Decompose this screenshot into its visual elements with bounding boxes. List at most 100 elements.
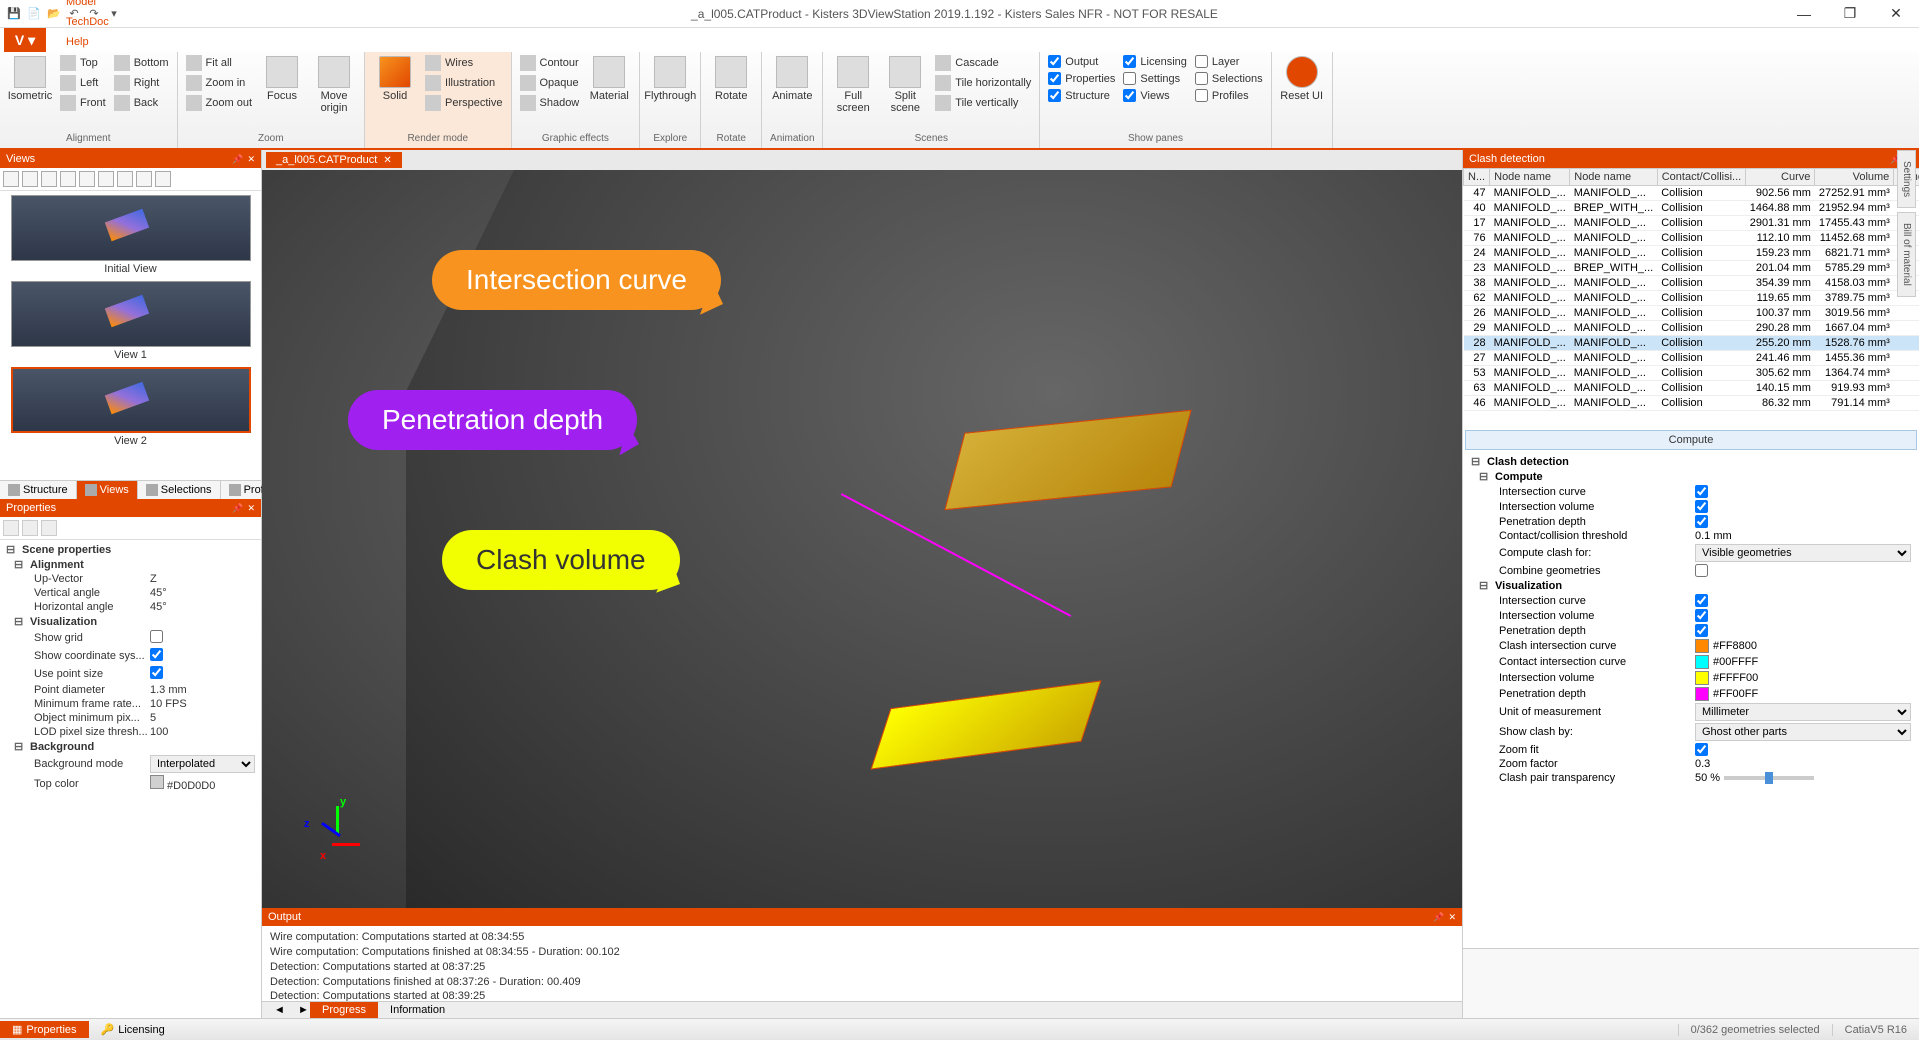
pin-icon[interactable]: 📌	[232, 503, 243, 513]
column-header[interactable]: Node name	[1570, 169, 1657, 186]
solid-button[interactable]: Solid	[371, 54, 419, 104]
document-tab[interactable]: _a_l005.CATProduct✕	[266, 152, 402, 168]
clash-row[interactable]: 47MANIFOLD_...MANIFOLD_...Collision902.5…	[1464, 186, 1919, 201]
scroll-left-icon[interactable]: ◄	[262, 1002, 286, 1018]
scroll-right-icon[interactable]: ►	[286, 1002, 310, 1018]
clash-row[interactable]: 46MANIFOLD_...MANIFOLD_...Collision86.32…	[1464, 396, 1919, 411]
rotate-button[interactable]: Rotate	[707, 54, 755, 104]
3d-viewport[interactable]: xyz Intersection curve Penetration depth…	[262, 170, 1462, 908]
animate-button[interactable]: Animate	[768, 54, 816, 104]
tool-icon[interactable]	[117, 171, 133, 187]
right-button[interactable]: Right	[112, 74, 171, 92]
tool-icon[interactable]	[22, 520, 38, 536]
pane-toggle-views[interactable]: Views	[1121, 88, 1188, 103]
tool-icon[interactable]	[98, 171, 114, 187]
new-icon[interactable]: 📄	[26, 6, 42, 22]
statusbar-tab-licensing[interactable]: 🔑 Licensing	[89, 1021, 177, 1038]
panel-tab-structure[interactable]: Structure	[0, 481, 77, 499]
clash-row[interactable]: 76MANIFOLD_...MANIFOLD_...Collision112.1…	[1464, 231, 1919, 246]
perspective-button[interactable]: Perspective	[423, 94, 504, 112]
clash-row[interactable]: 38MANIFOLD_...MANIFOLD_...Collision354.3…	[1464, 276, 1919, 291]
tool-icon[interactable]	[155, 171, 171, 187]
cascade-button[interactable]: Cascade	[933, 54, 1033, 72]
zoom-in-button[interactable]: Zoom in	[184, 74, 254, 92]
clash-row[interactable]: 28MANIFOLD_...MANIFOLD_...Collision255.2…	[1464, 336, 1919, 351]
tool-icon[interactable]	[60, 171, 76, 187]
close-button[interactable]: ✕	[1873, 0, 1919, 28]
pin-icon[interactable]: 📌	[1433, 912, 1444, 922]
tab-progress[interactable]: Progress	[310, 1002, 378, 1018]
pin-icon[interactable]: 📌	[232, 154, 243, 164]
clash-row[interactable]: 27MANIFOLD_...MANIFOLD_...Collision241.4…	[1464, 351, 1919, 366]
tab-information[interactable]: Information	[378, 1002, 457, 1018]
ribbon-tab-model[interactable]: Model	[52, 0, 147, 12]
pane-toggle-selections[interactable]: Selections	[1193, 71, 1265, 86]
fit-all-button[interactable]: Fit all	[184, 54, 254, 72]
compute-button[interactable]: Compute	[1465, 430, 1917, 450]
tile-horizontally-button[interactable]: Tile horizontally	[933, 74, 1033, 92]
column-header[interactable]: Node name	[1490, 169, 1570, 186]
close-tab-icon[interactable]: ✕	[383, 155, 391, 166]
view-thumbnail[interactable]: View 2	[4, 367, 257, 447]
clash-row[interactable]: 23MANIFOLD_...BREP_WITH_...Collision201.…	[1464, 261, 1919, 276]
isometric-button[interactable]: Isometric	[6, 54, 54, 104]
panel-tab-selections[interactable]: Selections	[138, 481, 221, 499]
pane-toggle-output[interactable]: Output	[1046, 54, 1117, 69]
illustration-button[interactable]: Illustration	[423, 74, 504, 92]
flythrough-button[interactable]: Flythrough	[646, 54, 694, 104]
top-button[interactable]: Top	[58, 54, 108, 72]
shadow-button[interactable]: Shadow	[518, 94, 582, 112]
column-header[interactable]: Contact/Collisi...	[1657, 169, 1745, 186]
reset-ui-button[interactable]: Reset UI	[1278, 54, 1326, 104]
side-tab-settings[interactable]: Settings	[1897, 150, 1916, 208]
tool-icon[interactable]	[41, 520, 57, 536]
close-icon[interactable]: ✕	[1448, 912, 1456, 922]
column-header[interactable]: Curve	[1746, 169, 1815, 186]
pane-toggle-layer[interactable]: Layer	[1193, 54, 1265, 69]
tool-icon[interactable]	[79, 171, 95, 187]
save-icon[interactable]: 💾	[6, 6, 22, 22]
column-header[interactable]: Volume	[1815, 169, 1894, 186]
app-button[interactable]: V ▾	[4, 28, 46, 52]
tool-icon[interactable]	[41, 171, 57, 187]
minimize-button[interactable]: —	[1781, 0, 1827, 28]
left-button[interactable]: Left	[58, 74, 108, 92]
clash-row[interactable]: 17MANIFOLD_...MANIFOLD_...Collision2901.…	[1464, 216, 1919, 231]
focus-button[interactable]: Focus	[258, 54, 306, 104]
clash-row[interactable]: 63MANIFOLD_...MANIFOLD_...Collision140.1…	[1464, 381, 1919, 396]
view-thumbnail[interactable]: View 1	[4, 281, 257, 361]
tool-icon[interactable]	[136, 171, 152, 187]
wires-button[interactable]: Wires	[423, 54, 504, 72]
clash-row[interactable]: 40MANIFOLD_...BREP_WITH_...Collision1464…	[1464, 201, 1919, 216]
close-icon[interactable]: ✕	[247, 154, 255, 164]
panel-tab-views[interactable]: Views	[77, 481, 138, 499]
clash-row[interactable]: 24MANIFOLD_...MANIFOLD_...Collision159.2…	[1464, 246, 1919, 261]
pane-toggle-settings[interactable]: Settings	[1121, 71, 1188, 86]
opaque-button[interactable]: Opaque	[518, 74, 582, 92]
ribbon-tab-help[interactable]: Help	[52, 32, 147, 52]
maximize-button[interactable]: ❐	[1827, 0, 1873, 28]
column-header[interactable]: N...	[1464, 169, 1490, 186]
tile-vertically-button[interactable]: Tile vertically	[933, 94, 1033, 112]
close-icon[interactable]: ✕	[247, 503, 255, 513]
clash-row[interactable]: 53MANIFOLD_...MANIFOLD_...Collision305.6…	[1464, 366, 1919, 381]
zoom-out-button[interactable]: Zoom out	[184, 94, 254, 112]
bottom-button[interactable]: Bottom	[112, 54, 171, 72]
tool-icon[interactable]	[22, 171, 38, 187]
pane-toggle-licensing[interactable]: Licensing	[1121, 54, 1188, 69]
clash-row[interactable]: 26MANIFOLD_...MANIFOLD_...Collision100.3…	[1464, 306, 1919, 321]
clash-row[interactable]: 29MANIFOLD_...MANIFOLD_...Collision290.2…	[1464, 321, 1919, 336]
clash-results-table[interactable]: N...Node nameNode nameContact/Collisi...…	[1463, 168, 1919, 411]
ribbon-tab-techdoc[interactable]: TechDoc	[52, 12, 147, 32]
contour-button[interactable]: Contour	[518, 54, 582, 72]
pane-toggle-properties[interactable]: Properties	[1046, 71, 1117, 86]
view-thumbnail[interactable]: Initial View	[4, 195, 257, 275]
tool-icon[interactable]	[3, 171, 19, 187]
move-origin-button[interactable]: Move origin	[310, 54, 358, 116]
splitscene-button[interactable]: Split scene	[881, 54, 929, 116]
front-button[interactable]: Front	[58, 94, 108, 112]
material-button[interactable]: Material	[585, 54, 633, 104]
statusbar-tab-properties[interactable]: ▦ Properties	[0, 1021, 89, 1038]
pane-toggle-structure[interactable]: Structure	[1046, 88, 1117, 103]
clash-row[interactable]: 62MANIFOLD_...MANIFOLD_...Collision119.6…	[1464, 291, 1919, 306]
